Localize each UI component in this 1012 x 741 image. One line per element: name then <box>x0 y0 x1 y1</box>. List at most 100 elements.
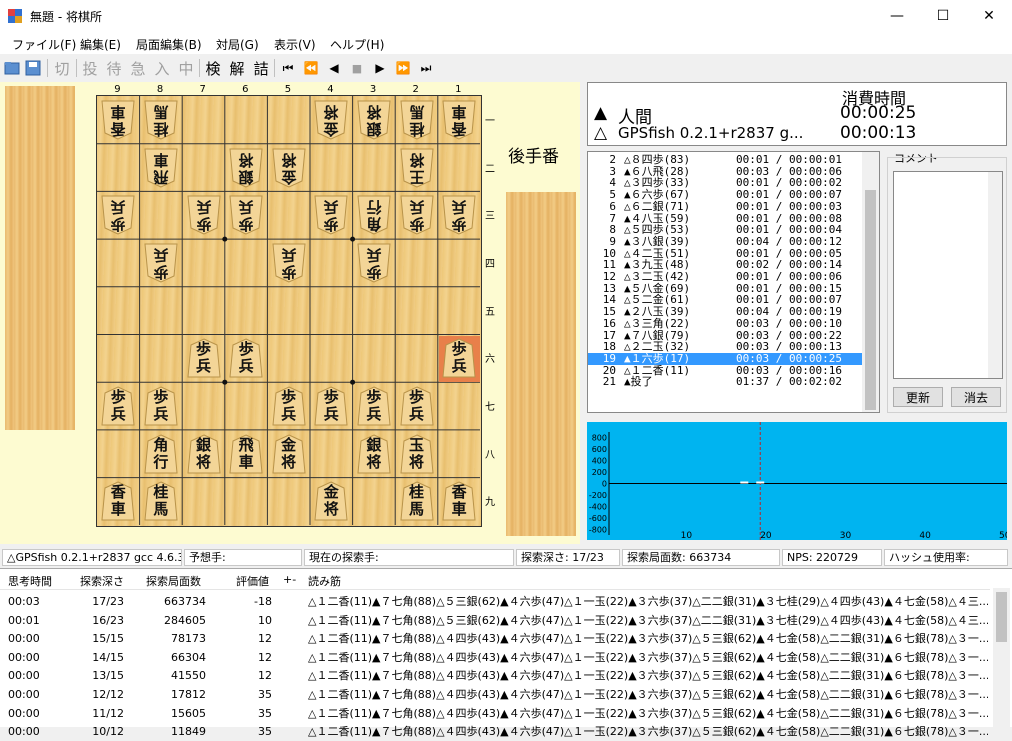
sente-piece[interactable]: 歩兵 <box>357 386 391 426</box>
stop-icon[interactable]: ■ <box>347 58 367 78</box>
gote-piece[interactable]: 歩兵 <box>357 243 391 283</box>
abort-button[interactable]: 中 <box>176 58 196 78</box>
gote-piece[interactable]: 銀将 <box>357 100 391 140</box>
clear-comment-button[interactable]: 消去 <box>951 387 1001 407</box>
solve-button[interactable]: 解 <box>227 58 247 78</box>
header-plusminus[interactable]: +- <box>283 573 296 586</box>
sente-piece[interactable]: 歩兵 <box>144 386 178 426</box>
header-time[interactable]: 思考時間 <box>8 573 52 589</box>
gote-piece[interactable]: 銀将 <box>229 148 263 188</box>
gote-piece-stand[interactable] <box>5 86 75 430</box>
sente-piece[interactable]: 銀将 <box>357 434 391 474</box>
open-file-icon[interactable] <box>3 58 21 78</box>
gote-piece[interactable]: 歩兵 <box>101 195 135 235</box>
kifu-row[interactable]: 19 ▲１六歩(17) 00:03 / 00:00:25 <box>588 353 864 365</box>
back-one-icon[interactable]: ◀ <box>324 58 344 78</box>
kifu-row[interactable]: 21 ▲投了 01:37 / 00:02:02 <box>588 376 864 388</box>
sente-piece[interactable]: 桂馬 <box>144 481 178 521</box>
gote-piece[interactable]: 歩兵 <box>144 243 178 283</box>
sente-piece-stand[interactable] <box>506 192 576 536</box>
last-move-icon[interactable]: ⏭ <box>416 58 436 78</box>
comment-textarea[interactable] <box>893 171 1003 379</box>
gote-piece[interactable]: 角行 <box>357 195 391 235</box>
back-ten-icon[interactable]: ⏪ <box>301 58 321 78</box>
menu-file[interactable]: ファイル(F) <box>12 36 76 53</box>
sente-piece[interactable]: 歩兵 <box>399 386 434 426</box>
sente-piece[interactable]: 玉将 <box>399 434 434 474</box>
cut-button[interactable]: 切 <box>52 58 72 78</box>
sente-piece[interactable]: 飛車 <box>229 434 263 474</box>
sente-piece[interactable]: 歩兵 <box>314 386 348 426</box>
gote-piece[interactable]: 香車 <box>442 100 476 140</box>
enter-button[interactable]: 入 <box>152 58 172 78</box>
gote-piece[interactable]: 歩兵 <box>399 195 434 235</box>
sente-piece[interactable]: 香車 <box>101 481 135 521</box>
gote-piece[interactable]: 金将 <box>272 148 306 188</box>
thinking-row[interactable]: 00:00 11/12 15605 35 △１二香(11)▲７七角(88)△４四歩(43… <box>0 705 990 723</box>
gote-piece[interactable]: 歩兵 <box>442 195 476 235</box>
menu-game[interactable]: 対局(G) <box>216 36 259 53</box>
header-eval[interactable]: 評価値 <box>236 573 269 589</box>
sente-piece[interactable]: 金将 <box>314 481 348 521</box>
menu-help[interactable]: ヘルプ(H) <box>330 36 384 53</box>
sente-piece[interactable]: 歩兵 <box>229 338 263 378</box>
gote-piece[interactable]: 香車 <box>101 100 135 140</box>
sente-piece[interactable]: 歩兵 <box>186 338 221 378</box>
save-file-icon[interactable] <box>24 58 42 78</box>
gote-piece[interactable]: 桂馬 <box>399 100 434 140</box>
thinking-row[interactable]: 00:01 16/23 284605 10 △１二香(11)▲７七角(88)△５三銀(6… <box>0 612 990 630</box>
thinking-scroll-thumb[interactable] <box>996 592 1007 642</box>
gote-piece[interactable]: 桂馬 <box>144 100 178 140</box>
hurry-button[interactable]: 急 <box>128 58 148 78</box>
kifu-list[interactable]: 2 △８四歩(83) 00:01 / 00:00:01 3 ▲６八飛(28) 00:03 … <box>587 151 880 413</box>
kifu-row[interactable]: 9 ▲３八銀(39) 00:04 / 00:00:12 <box>588 236 864 248</box>
thinking-row[interactable]: 00:00 12/12 17812 35 △１二香(11)▲７七角(88)△４四歩(43… <box>0 686 990 704</box>
kifu-scroll-thumb[interactable] <box>865 190 876 410</box>
kifu-row[interactable]: 6 △６二銀(71) 00:01 / 00:00:03 <box>588 201 864 213</box>
forward-one-icon[interactable]: ▶ <box>370 58 390 78</box>
sente-piece[interactable]: 角行 <box>144 434 178 474</box>
sente-piece[interactable]: 香車 <box>442 481 476 521</box>
kifu-row[interactable]: 16 △３三角(22) 00:03 / 00:00:10 <box>588 318 864 330</box>
gote-piece[interactable]: 歩兵 <box>272 243 306 283</box>
kifu-row[interactable]: 12 △３二玉(42) 00:01 / 00:00:06 <box>588 271 864 283</box>
thinking-row[interactable]: 00:00 13/15 41550 12 △１二香(11)▲７七角(88)△４四歩(43… <box>0 667 990 685</box>
sente-piece[interactable]: 歩兵 <box>272 386 306 426</box>
menu-view[interactable]: 表示(V) <box>274 36 316 53</box>
minimize-button[interactable]: — <box>874 0 920 32</box>
header-pv[interactable]: 読み筋 <box>308 573 341 589</box>
gote-piece[interactable]: 歩兵 <box>229 195 263 235</box>
maximize-button[interactable]: ☐ <box>920 0 966 32</box>
close-button[interactable]: ✕ <box>966 0 1012 32</box>
sente-piece[interactable]: 銀将 <box>186 434 221 474</box>
header-depth[interactable]: 探索深さ <box>80 573 124 589</box>
gote-piece[interactable]: 金将 <box>314 100 348 140</box>
header-nodes[interactable]: 探索局面数 <box>146 573 201 589</box>
gote-piece[interactable]: 歩兵 <box>314 195 348 235</box>
forward-ten-icon[interactable]: ⏩ <box>393 58 413 78</box>
sente-piece[interactable]: 桂馬 <box>399 481 434 521</box>
resign-button[interactable]: 投 <box>80 58 100 78</box>
gote-piece[interactable]: 飛車 <box>144 148 178 188</box>
menu-position-edit[interactable]: 局面編集(B) <box>136 36 202 53</box>
thinking-row[interactable]: 00:03 17/23 663734 -18 △１二香(11)▲７七角(88)△５三銀(… <box>0 593 990 611</box>
gote-piece[interactable]: 歩兵 <box>186 195 221 235</box>
mate-button[interactable]: 詰 <box>251 58 271 78</box>
sente-piece[interactable]: 歩兵 <box>101 386 135 426</box>
menu-edit[interactable]: 編集(E) <box>80 36 121 53</box>
kifu-row[interactable]: 2 △８四歩(83) 00:01 / 00:00:01 <box>588 154 864 166</box>
sente-piece[interactable]: 金将 <box>272 434 306 474</box>
thinking-row[interactable]: 00:00 14/15 66304 12 △１二香(11)▲７七角(88)△４四歩(43… <box>0 649 990 667</box>
sente-piece[interactable]: 歩兵 <box>442 338 476 378</box>
first-move-icon[interactable]: ⏮ <box>278 58 298 78</box>
comment-scrollbar[interactable] <box>988 172 1002 378</box>
thinking-row[interactable]: 00:00 10/12 11849 35 △１二香(11)▲７七角(88)△４四歩(43… <box>0 723 990 741</box>
kifu-scrollbar[interactable] <box>862 152 879 412</box>
thinking-row[interactable]: 00:00 15/15 78173 12 △１二香(11)▲７七角(88)△４四歩(43… <box>0 630 990 648</box>
gote-piece[interactable]: 王将 <box>399 148 434 188</box>
wait-button[interactable]: 待 <box>104 58 124 78</box>
analyze-button[interactable]: 検 <box>203 58 223 78</box>
shogi-board[interactable]: 香車桂馬金将銀将桂馬香車飛車銀将金将王将歩兵歩兵歩兵歩兵角行歩兵歩兵歩兵歩兵歩兵… <box>96 95 482 527</box>
update-comment-button[interactable]: 更新 <box>893 387 943 407</box>
thinking-scrollbar[interactable] <box>993 588 1010 727</box>
